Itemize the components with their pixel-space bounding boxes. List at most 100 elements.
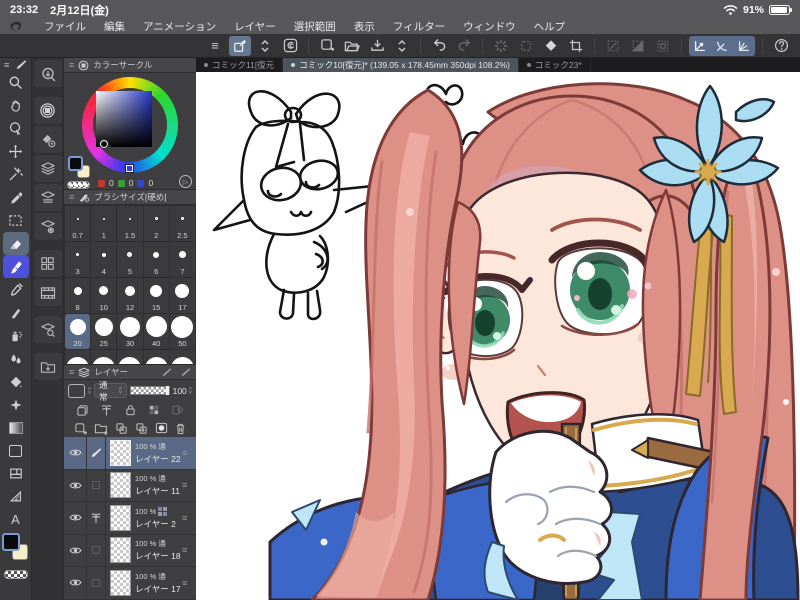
decoration-tool[interactable]	[3, 393, 29, 416]
material-palette-icon[interactable]	[33, 250, 62, 277]
brush-size-large[interactable]	[143, 350, 169, 364]
menu-window[interactable]: ウィンドウ	[463, 19, 516, 34]
crop-canvas-icon[interactable]	[565, 36, 587, 56]
quick-access-icon[interactable]	[33, 60, 62, 87]
main-menu-button[interactable]: ≡	[204, 36, 226, 56]
delete-spinner-icon[interactable]	[490, 36, 512, 56]
enable-mask-icon[interactable]	[171, 404, 184, 416]
tab-comic23[interactable]: コミック23*	[519, 58, 591, 72]
layer-mask-icon[interactable]	[155, 422, 168, 434]
brush-size-25[interactable]: 25	[91, 314, 117, 349]
tool-property-button[interactable]	[229, 35, 251, 56]
brush-size-30[interactable]: 30	[117, 314, 143, 349]
layer-template-palette-icon[interactable]	[33, 213, 62, 240]
timeline-palette-icon[interactable]	[33, 279, 62, 306]
save-button[interactable]	[366, 36, 388, 56]
layer-drag-handle[interactable]: ≡	[182, 480, 196, 490]
brush-size-4[interactable]: 4	[91, 242, 117, 277]
airbrush-tool[interactable]	[3, 324, 29, 347]
layer-row-18[interactable]: 100 % 通レイヤー 18 ≡	[64, 534, 196, 567]
brush-size-12[interactable]: 12	[117, 278, 143, 313]
brush-size-large[interactable]	[65, 350, 91, 364]
brush-size-50[interactable]: 50	[169, 314, 195, 349]
lock-transparent-pixels-icon[interactable]	[148, 404, 160, 416]
selection-tool[interactable]	[3, 209, 29, 232]
auto-select-tool[interactable]	[3, 163, 29, 186]
brush-size-7[interactable]: 7	[169, 242, 195, 277]
foreground-color-swatch[interactable]	[1, 533, 20, 551]
color-circle-palette-icon[interactable]	[33, 97, 62, 124]
selection-border-icon[interactable]	[652, 36, 674, 56]
visibility-eye-icon[interactable]	[68, 513, 82, 522]
layer-thumbnail-chip[interactable]	[68, 383, 85, 398]
layer-thumbnail[interactable]	[110, 537, 131, 564]
layer-thumbnail[interactable]	[110, 504, 131, 531]
brush-panel-menu-icon[interactable]: ≡	[69, 192, 74, 202]
layer-panel-menu-icon[interactable]: ≡	[69, 367, 74, 377]
menu-edit[interactable]: 編集	[104, 19, 125, 34]
clipping-icon[interactable]	[76, 404, 89, 416]
menu-help[interactable]: ヘルプ	[534, 19, 566, 34]
brush-size-15[interactable]: 15	[143, 278, 169, 313]
thumb-chevrons-icon[interactable]: ˄ ˅	[88, 386, 91, 396]
undo-button[interactable]	[428, 36, 450, 56]
snap-to-ruler-button[interactable]	[689, 36, 711, 56]
layer-property-palette-icon[interactable]	[33, 184, 62, 211]
layer-search-palette-icon[interactable]	[33, 316, 62, 343]
transparent-color-chip-mini[interactable]	[67, 181, 90, 189]
brush-size-3[interactable]: 3	[65, 242, 91, 277]
menu-view[interactable]: 表示	[354, 19, 375, 34]
frame-border-tool[interactable]	[3, 462, 29, 485]
foreground-color-swatch-mini[interactable]	[68, 156, 83, 171]
brush-size-2.5[interactable]: 2.5	[169, 206, 195, 241]
opacity-slider[interactable]	[130, 386, 170, 395]
fill-tool[interactable]	[3, 370, 29, 393]
pencil-tool[interactable]	[3, 278, 29, 301]
clear-layer-icon[interactable]	[515, 36, 537, 56]
tab-comic11[interactable]: コミック11[復元	[196, 58, 284, 72]
blend-tool[interactable]	[3, 347, 29, 370]
visibility-eye-icon[interactable]	[68, 448, 82, 457]
layer-thumbnail[interactable]	[110, 439, 131, 466]
layer-drag-handle[interactable]: ≡	[182, 513, 196, 523]
deselect-icon[interactable]	[602, 36, 624, 56]
eyedropper-tool[interactable]	[3, 186, 29, 209]
opacity-chevrons-icon[interactable]: ˄ ˅	[189, 386, 192, 396]
text-tool[interactable]: A	[3, 508, 29, 531]
figure-tool[interactable]	[3, 439, 29, 462]
merge-down-icon[interactable]	[135, 422, 148, 435]
open-file-button[interactable]	[341, 36, 363, 56]
brush-tool[interactable]	[3, 301, 29, 324]
brush-size-0.7[interactable]: 0.7	[65, 206, 91, 241]
sv-cursor[interactable]	[99, 139, 109, 149]
import-folder-icon[interactable]	[33, 353, 62, 380]
reference-layer-icon[interactable]	[100, 404, 113, 416]
layer-drag-handle[interactable]: ≡	[182, 578, 196, 588]
layer-row-2[interactable]: 100 % レイヤー 2 ≡	[64, 502, 196, 535]
saturation-value-square[interactable]	[96, 91, 152, 147]
layer-drag-handle[interactable]: ≡	[182, 545, 196, 555]
object-tool[interactable]	[3, 117, 29, 140]
brush-size-1[interactable]: 1	[91, 206, 117, 241]
save-chevrons[interactable]	[391, 36, 413, 56]
hue-cursor[interactable]	[125, 164, 134, 173]
expand-chevrons[interactable]	[254, 36, 276, 56]
layer-checkbox[interactable]	[92, 481, 100, 490]
gradient-tool[interactable]	[3, 416, 29, 439]
clip-studio-app-button[interactable]	[279, 36, 301, 56]
visibility-eye-icon[interactable]	[68, 578, 82, 587]
redo-button[interactable]	[453, 36, 475, 56]
zoom-tool[interactable]	[3, 71, 29, 94]
layer-row-17[interactable]: 100 % 通レイヤー 17 ≡	[64, 567, 196, 600]
layer-drag-handle[interactable]: ≡	[182, 448, 196, 458]
move-layer-tool[interactable]	[3, 140, 29, 163]
layer-row-11[interactable]: 100 % 通レイヤー 11 ≡	[64, 469, 196, 502]
new-layer-icon[interactable]	[74, 422, 87, 435]
brush-size-8[interactable]: 8	[65, 278, 91, 313]
menu-animation[interactable]: アニメーション	[143, 19, 216, 34]
ruler-tool[interactable]	[3, 485, 29, 508]
menu-selection[interactable]: 選択範囲	[294, 19, 336, 34]
menu-file[interactable]: ファイル	[44, 19, 86, 34]
brush-size-20-selected[interactable]: 20	[65, 314, 91, 349]
delete-layer-icon[interactable]	[175, 422, 186, 435]
